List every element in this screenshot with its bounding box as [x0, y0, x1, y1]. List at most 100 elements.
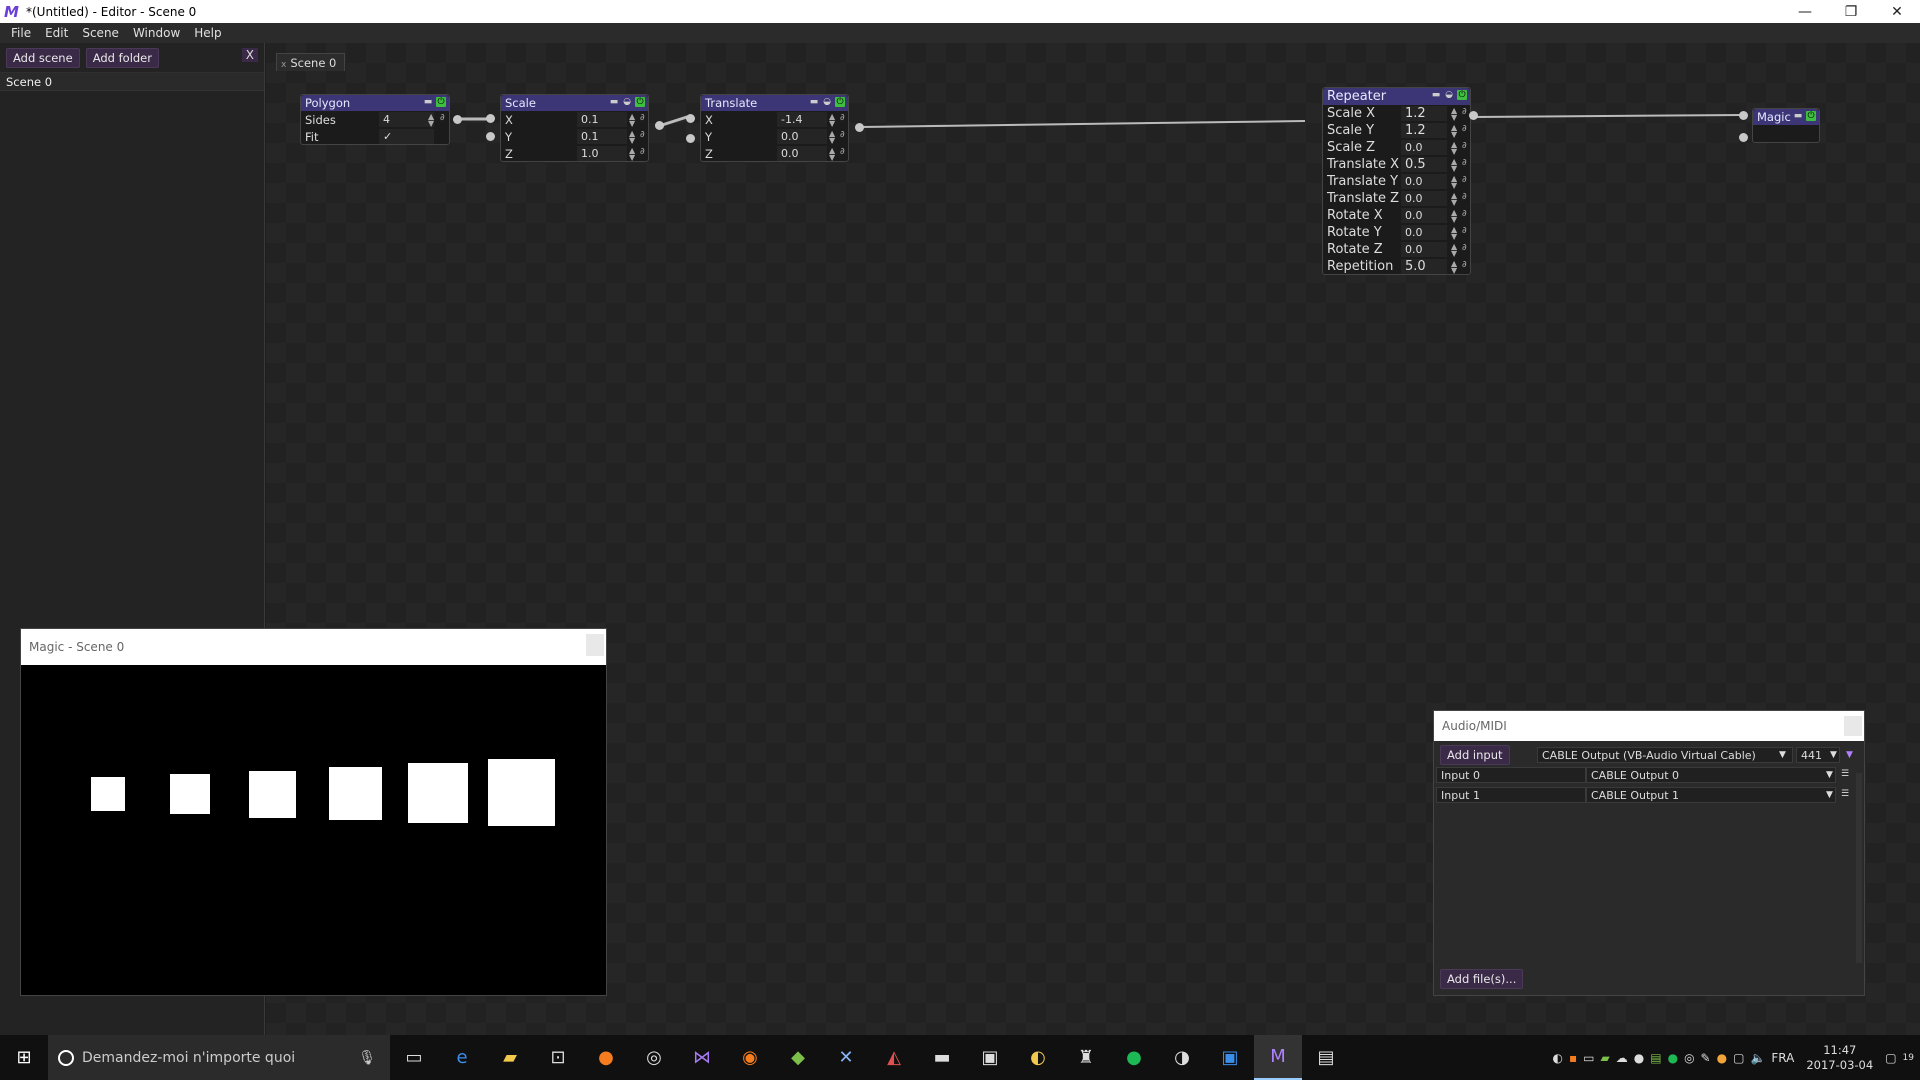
- device-select[interactable]: CABLE Output (VB-Audio Virtual Cable): [1537, 747, 1793, 763]
- spinner-icon[interactable]: ▲ ▼: [629, 113, 635, 128]
- steam-icon[interactable]: ◎: [630, 1035, 678, 1080]
- volume-icon[interactable]: 🔈: [1750, 1051, 1765, 1065]
- param-field-translate-z[interactable]: 0.0: [1401, 191, 1447, 206]
- link-icon[interactable]: ∂: [640, 130, 645, 140]
- link-icon[interactable]: ∂: [840, 113, 845, 123]
- editor-app-icon[interactable]: M: [1254, 1035, 1302, 1080]
- param-field-z[interactable]: 0.0: [777, 146, 827, 161]
- add-input-button[interactable]: Add input: [1440, 745, 1510, 765]
- node-magic[interactable]: Magic ▬ ⏻: [1752, 108, 1820, 143]
- spotify-tray-icon[interactable]: ●: [1668, 1051, 1678, 1065]
- input-port[interactable]: [486, 132, 495, 141]
- microphone-icon[interactable]: 🎙: [358, 1050, 376, 1066]
- param-field-x[interactable]: -1.4: [777, 112, 827, 127]
- input-source-select[interactable]: CABLE Output 1: [1586, 787, 1836, 803]
- spinner-icon[interactable]: ▲ ▼: [1451, 192, 1457, 207]
- visibility-icon[interactable]: ◒: [622, 97, 632, 107]
- app-icon[interactable]: ◑: [1158, 1035, 1206, 1080]
- link-icon[interactable]: ∂: [1462, 175, 1467, 185]
- tray-icon[interactable]: ●: [1634, 1051, 1644, 1065]
- steam-tray-icon[interactable]: ◎: [1684, 1051, 1694, 1065]
- minimize-node-icon[interactable]: ▬: [1431, 90, 1441, 100]
- app-icon[interactable]: ✕: [822, 1035, 870, 1080]
- param-field-scale-y[interactable]: 1.2: [1401, 123, 1447, 138]
- link-icon[interactable]: ∂: [640, 147, 645, 157]
- tray-icon[interactable]: ✎: [1701, 1051, 1711, 1065]
- enable-toggle-icon[interactable]: ⏻: [1806, 111, 1816, 121]
- param-field-scale-z[interactable]: 0.0: [1401, 140, 1447, 155]
- enable-toggle-icon[interactable]: ⏻: [436, 97, 446, 107]
- param-field-translate-y[interactable]: 0.0: [1401, 174, 1447, 189]
- close-preview-button[interactable]: [586, 634, 604, 656]
- spinner-icon[interactable]: ▲ ▼: [1451, 124, 1457, 139]
- scrollbar[interactable]: [1856, 773, 1862, 963]
- app-icon[interactable]: ▬: [918, 1035, 966, 1080]
- param-field-repetition[interactable]: 5.0: [1401, 259, 1447, 274]
- param-field-translate-x[interactable]: 0.5: [1401, 157, 1447, 172]
- notification-icon[interactable]: ▢: [1885, 1051, 1896, 1065]
- minimize-node-icon[interactable]: ▬: [809, 97, 819, 107]
- input-name-field[interactable]: Input 1: [1436, 787, 1586, 803]
- task-view-icon[interactable]: ▭: [390, 1035, 438, 1080]
- tray-icon[interactable]: ▪: [1569, 1051, 1577, 1065]
- minimize-node-icon[interactable]: ▬: [1793, 111, 1803, 121]
- app-icon[interactable]: ◭: [870, 1035, 918, 1080]
- link-icon[interactable]: ∂: [1462, 209, 1467, 219]
- windows-start-icon[interactable]: ⊞: [0, 1035, 48, 1080]
- file-explorer-icon[interactable]: ▰: [486, 1035, 534, 1080]
- clock[interactable]: 11:47 2017-03-04: [1800, 1043, 1879, 1073]
- spinner-icon[interactable]: ▲ ▼: [1451, 226, 1457, 241]
- add-files-button[interactable]: Add file(s)...: [1440, 969, 1524, 989]
- expand-icon[interactable]: ▼: [1846, 750, 1853, 760]
- output-port[interactable]: [1469, 111, 1478, 120]
- link-icon[interactable]: ∂: [1462, 192, 1467, 202]
- search-box[interactable]: Demandez-moi n'importe quoi 🎙: [48, 1035, 390, 1080]
- input-port[interactable]: [1739, 111, 1748, 120]
- visibility-icon[interactable]: ◒: [1444, 90, 1454, 100]
- param-field-rotate-y[interactable]: 0.0: [1401, 225, 1447, 240]
- param-field-sides[interactable]: 4: [379, 112, 434, 127]
- spinner-icon[interactable]: ▲ ▼: [1451, 243, 1457, 258]
- link-icon[interactable]: ∂: [440, 113, 445, 123]
- close-audio-button[interactable]: [1844, 716, 1862, 736]
- spinner-icon[interactable]: ▲ ▼: [829, 147, 835, 162]
- param-field-rotate-x[interactable]: 0.0: [1401, 208, 1447, 223]
- enable-toggle-icon[interactable]: ⏻: [835, 97, 845, 107]
- tray-icon[interactable]: ▭: [1583, 1051, 1594, 1065]
- node-polygon[interactable]: Polygon ▬ ⏻ Sides 4 ▲ ▼ ∂ Fit ✓: [300, 94, 450, 145]
- spinner-icon[interactable]: ▲ ▼: [1451, 158, 1457, 173]
- input-source-select[interactable]: CABLE Output 0: [1586, 767, 1836, 783]
- spotify-icon[interactable]: ●: [1110, 1035, 1158, 1080]
- preview-window[interactable]: Magic - Scene 0: [20, 628, 607, 996]
- input-port[interactable]: [1739, 133, 1748, 142]
- enable-toggle-icon[interactable]: ⏻: [635, 97, 645, 107]
- param-field-y[interactable]: 0.0: [777, 129, 827, 144]
- language-indicator[interactable]: FRA: [1771, 1051, 1794, 1065]
- link-icon[interactable]: ∂: [1462, 226, 1467, 236]
- tray-icon[interactable]: ▤: [1650, 1051, 1661, 1065]
- link-icon[interactable]: ∂: [1462, 260, 1467, 270]
- spinner-icon[interactable]: ▲ ▼: [1451, 107, 1457, 122]
- output-port[interactable]: [855, 123, 864, 132]
- node-translate[interactable]: Translate ▬ ◒ ⏻ X -1.4 ▲ ▼ ∂ Y 0.0 ▲ ▼ ∂ Z 0.0 ▲ ▼ ∂: [700, 94, 849, 162]
- input-port[interactable]: [686, 134, 695, 143]
- menu-icon[interactable]: ☰: [1841, 789, 1849, 799]
- link-icon[interactable]: ∂: [1462, 243, 1467, 253]
- param-field-y[interactable]: 0.1: [577, 129, 627, 144]
- param-field-rotate-z[interactable]: 0.0: [1401, 242, 1447, 257]
- firefox-icon[interactable]: ●: [582, 1035, 630, 1080]
- visual-studio-icon[interactable]: ⋈: [678, 1035, 726, 1080]
- link-icon[interactable]: ∂: [1462, 107, 1467, 117]
- link-icon[interactable]: ∂: [1462, 158, 1467, 168]
- link-icon[interactable]: ∂: [840, 147, 845, 157]
- output-port[interactable]: [453, 115, 462, 124]
- spinner-icon[interactable]: ▲ ▼: [829, 113, 835, 128]
- spinner-icon[interactable]: ▲ ▼: [1451, 209, 1457, 224]
- store-icon[interactable]: ⊡: [534, 1035, 582, 1080]
- param-field-x[interactable]: 0.1: [577, 112, 627, 127]
- node-scale[interactable]: Scale ▬ ◒ ⏻ X 0.1 ▲ ▼ ∂ Y 0.1 ▲ ▼ ∂ Z 1.0 ▲ ▼ ∂: [500, 94, 649, 162]
- spinner-icon[interactable]: ▲ ▼: [1451, 141, 1457, 156]
- spinner-icon[interactable]: ▲ ▼: [629, 147, 635, 162]
- enable-toggle-icon[interactable]: ⏻: [1457, 90, 1467, 100]
- link-icon[interactable]: ∂: [1462, 124, 1467, 134]
